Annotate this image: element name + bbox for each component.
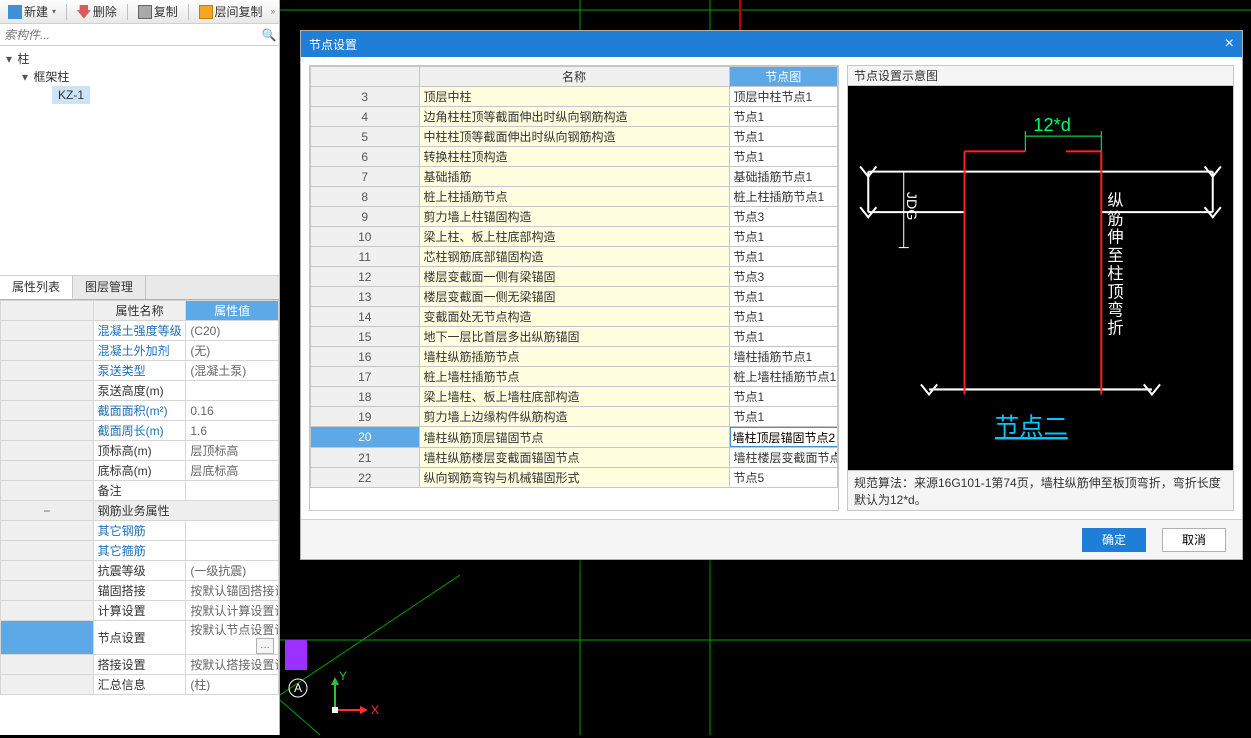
- delete-button[interactable]: 删除: [73, 2, 121, 22]
- prop-row[interactable]: 泵送高度(m): [1, 381, 279, 401]
- delete-label: 删除: [93, 3, 117, 20]
- node-value-input[interactable]: [730, 427, 838, 447]
- table-row[interactable]: 6转换柱柱顶构造节点1: [311, 147, 838, 167]
- table-row[interactable]: 19剪力墙上边缘构件纵筋构造节点1: [311, 407, 838, 427]
- ucs-icon: X Y: [331, 669, 379, 717]
- node-settings-dialog: 节点设置 × 名称 节点图 3顶层中柱顶层中柱节点14边角柱柱顶等截面伸出时纵向…: [300, 30, 1243, 560]
- diagram-right-text: 纵筋伸至柱顶弯折: [1104, 192, 1123, 338]
- tab-properties[interactable]: 属性列表: [0, 276, 73, 299]
- collapse-icon[interactable]: ▾: [4, 50, 14, 68]
- table-row[interactable]: 13楼层变截面一侧无梁锚固节点1: [311, 287, 838, 307]
- prop-row[interactable]: 锚固搭接按默认锚固搭接计算: [1, 581, 279, 601]
- dialog-footer: 确定 取消: [301, 519, 1242, 559]
- property-grid[interactable]: 属性名称 属性值 混凝土强度等级(C20)混凝土外加剂(无)泵送类型(混凝土泵)…: [0, 300, 279, 735]
- search-icon[interactable]: 🔍: [259, 28, 279, 42]
- component-toolbar: 新建 ▾ 删除 复制 层间复制 »: [0, 0, 279, 24]
- group-toggle-icon[interactable]: −: [1, 501, 94, 521]
- table-row[interactable]: 9剪力墙上柱锚固构造节点3: [311, 207, 838, 227]
- table-row[interactable]: 15地下一层比首层多出纵筋锚固节点1: [311, 327, 838, 347]
- diagram-panel: 节点设置示意图: [847, 65, 1234, 511]
- left-panel: 新建 ▾ 删除 复制 层间复制 » 🔍 ▾ 柱 ▾ 框架柱: [0, 0, 280, 735]
- prop-name-header: 属性名称: [93, 301, 186, 321]
- dim-top: 12*d: [1033, 114, 1071, 135]
- table-row[interactable]: 3顶层中柱顶层中柱节点1: [311, 87, 838, 107]
- tree-leaf[interactable]: KZ-1: [4, 86, 275, 104]
- dialog-titlebar[interactable]: 节点设置 ×: [301, 31, 1242, 57]
- prop-row[interactable]: 计算设置按默认计算设置计算: [1, 601, 279, 621]
- dialog-title: 节点设置: [309, 36, 357, 53]
- new-button[interactable]: 新建 ▾: [4, 2, 60, 22]
- prop-group[interactable]: 钢筋业务属性: [93, 501, 278, 521]
- prop-row[interactable]: 截面周长(m)1.6: [1, 421, 279, 441]
- cancel-button[interactable]: 取消: [1162, 528, 1226, 552]
- delete-icon: [77, 5, 91, 19]
- table-row[interactable]: 8桩上柱插筋节点桩上柱插筋节点1: [311, 187, 838, 207]
- layer-copy-button[interactable]: 层间复制: [195, 2, 267, 22]
- prop-row[interactable]: 底标高(m)层底标高: [1, 461, 279, 481]
- layer-copy-icon: [199, 5, 213, 19]
- prop-row[interactable]: 汇总信息(柱): [1, 675, 279, 695]
- prop-row[interactable]: 搭接设置按默认搭接设置计算: [1, 655, 279, 675]
- copy-label: 复制: [154, 3, 178, 20]
- tree-root[interactable]: ▾ 柱: [4, 50, 275, 68]
- prop-value-header: 属性值: [186, 301, 279, 321]
- tree-group[interactable]: ▾ 框架柱: [4, 68, 275, 86]
- prop-row[interactable]: 泵送类型(混凝土泵): [1, 361, 279, 381]
- prop-row[interactable]: 节点设置按默认节点设置计算…: [1, 621, 279, 655]
- node-table[interactable]: 名称 节点图 3顶层中柱顶层中柱节点14边角柱柱顶等截面伸出时纵向钢筋构造节点1…: [309, 65, 839, 511]
- svg-text:Y: Y: [339, 669, 347, 683]
- table-row[interactable]: 22纵向钢筋弯钩与机械锚固形式节点5: [311, 468, 838, 488]
- prop-row[interactable]: 截面面积(m²)0.16: [1, 401, 279, 421]
- prop-row[interactable]: 顶标高(m)层顶标高: [1, 441, 279, 461]
- table-row[interactable]: 14变截面处无节点构造节点1: [311, 307, 838, 327]
- copy-icon: [138, 5, 152, 19]
- diagram-bottom-text: 节点二: [995, 414, 1068, 441]
- property-tabs: 属性列表 图层管理: [0, 276, 279, 300]
- col-name: 名称: [419, 67, 729, 87]
- svg-text:X: X: [371, 703, 379, 717]
- table-row[interactable]: 11芯柱钢筋底部锚固构造节点1: [311, 247, 838, 267]
- diagram-canvas: 12*d JDG 纵筋伸至柱顶弯折 节点二: [848, 86, 1233, 470]
- new-label: 新建: [24, 3, 48, 20]
- table-row[interactable]: 16墙柱纵筋插筋节点墙柱插筋节点1: [311, 347, 838, 367]
- search-bar: 🔍: [0, 24, 279, 46]
- ellipsis-button[interactable]: …: [256, 638, 274, 654]
- close-icon[interactable]: ×: [1225, 35, 1234, 53]
- layer-copy-label: 层间复制: [215, 3, 263, 20]
- dim-left: JDG: [903, 192, 919, 220]
- prop-row[interactable]: 备注: [1, 481, 279, 501]
- table-row[interactable]: 12楼层变截面一侧有梁锚固节点3: [311, 267, 838, 287]
- component-tree[interactable]: ▾ 柱 ▾ 框架柱 KZ-1: [0, 46, 279, 276]
- search-input[interactable]: [0, 26, 259, 44]
- diagram-caption: 节点设置示意图: [848, 66, 1233, 86]
- ok-button[interactable]: 确定: [1082, 528, 1146, 552]
- prop-row[interactable]: 混凝土外加剂(无): [1, 341, 279, 361]
- copy-button[interactable]: 复制: [134, 2, 182, 22]
- table-row[interactable]: 7基础插筋基础插筋节点1: [311, 167, 838, 187]
- toolbar-overflow-icon[interactable]: »: [271, 7, 275, 16]
- table-row[interactable]: 18梁上墙柱、板上墙柱底部构造节点1: [311, 387, 838, 407]
- table-row[interactable]: 17桩上墙柱插筋节点桩上墙柱插筋节点1: [311, 367, 838, 387]
- prop-row[interactable]: 抗震等级(一级抗震): [1, 561, 279, 581]
- col-value: 节点图: [729, 67, 838, 87]
- table-row[interactable]: 5中柱柱顶等截面伸出时纵向钢筋构造节点1: [311, 127, 838, 147]
- table-row[interactable]: 10梁上柱、板上柱底部构造节点1: [311, 227, 838, 247]
- table-row[interactable]: 20墙柱纵筋顶层锚固节点…: [311, 427, 838, 448]
- new-icon: [8, 5, 22, 19]
- prop-row[interactable]: 混凝土强度等级(C20): [1, 321, 279, 341]
- prop-row[interactable]: 其它钢筋: [1, 521, 279, 541]
- axis-label-a: A: [294, 681, 302, 695]
- collapse-icon[interactable]: ▾: [20, 68, 30, 86]
- tab-layers[interactable]: 图层管理: [73, 276, 146, 299]
- table-row[interactable]: 4边角柱柱顶等截面伸出时纵向钢筋构造节点1: [311, 107, 838, 127]
- diagram-note: 规范算法：来源16G101-1第74页，墙柱纵筋伸至板顶弯折，弯折长度默认为12…: [848, 470, 1233, 510]
- table-row[interactable]: 21墙柱纵筋楼层变截面锚固节点墙柱楼层变截面节点2: [311, 448, 838, 468]
- prop-row[interactable]: 其它箍筋: [1, 541, 279, 561]
- dropdown-icon: ▾: [52, 7, 56, 16]
